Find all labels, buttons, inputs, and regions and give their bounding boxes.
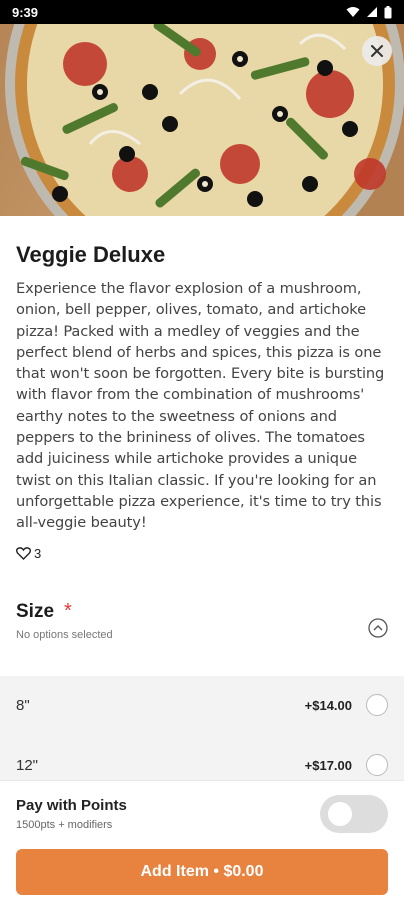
close-icon xyxy=(371,45,383,57)
points-subtitle: 1500pts + modifiers xyxy=(16,819,113,831)
collapse-button[interactable] xyxy=(368,618,388,638)
option-label: 12" xyxy=(16,756,39,774)
size-subtitle: No options selected xyxy=(16,629,113,641)
status-bar: 9:39 xyxy=(0,0,404,24)
option-price: +$17.00 xyxy=(304,757,352,773)
heart-icon xyxy=(16,546,31,560)
size-section: Size * No options selected xyxy=(0,600,404,641)
required-marker: * xyxy=(64,600,72,622)
status-icons xyxy=(346,5,392,19)
status-time: 9:39 xyxy=(12,4,39,20)
like-count: 3 xyxy=(34,545,42,561)
product-details: Veggie Deluxe Experience the flavor expl… xyxy=(0,216,404,561)
chevron-up-icon xyxy=(368,618,388,638)
product-description: Experience the flavor explosion of a mus… xyxy=(16,280,385,532)
option-radio[interactable] xyxy=(366,694,388,716)
battery-icon xyxy=(384,5,392,18)
product-title: Veggie Deluxe xyxy=(16,242,166,267)
size-option-12[interactable]: 12" +$17.00 xyxy=(0,750,404,780)
size-header: Size * xyxy=(16,600,388,623)
add-item-button[interactable]: Add Item • $0.00 xyxy=(16,849,388,895)
toggle-knob xyxy=(328,802,352,826)
checkout-bar: Pay with Points 1500pts + modifiers Add … xyxy=(0,780,404,900)
signal-icon xyxy=(367,7,377,17)
size-options: 8" +$14.00 12" +$17.00 xyxy=(0,676,404,780)
product-image xyxy=(0,24,404,216)
pay-with-points-toggle[interactable] xyxy=(320,795,388,833)
close-button[interactable] xyxy=(362,36,392,66)
like-control[interactable]: 3 xyxy=(16,546,388,561)
size-title: Size xyxy=(16,600,55,622)
wifi-icon xyxy=(346,7,360,17)
size-option-8[interactable]: 8" +$14.00 xyxy=(0,690,404,720)
pay-with-points-label: Pay with Points xyxy=(16,797,127,814)
option-price: +$14.00 xyxy=(304,697,352,713)
option-radio[interactable] xyxy=(366,754,388,776)
option-label: 8" xyxy=(16,696,30,714)
pizza-illustration xyxy=(0,24,404,216)
